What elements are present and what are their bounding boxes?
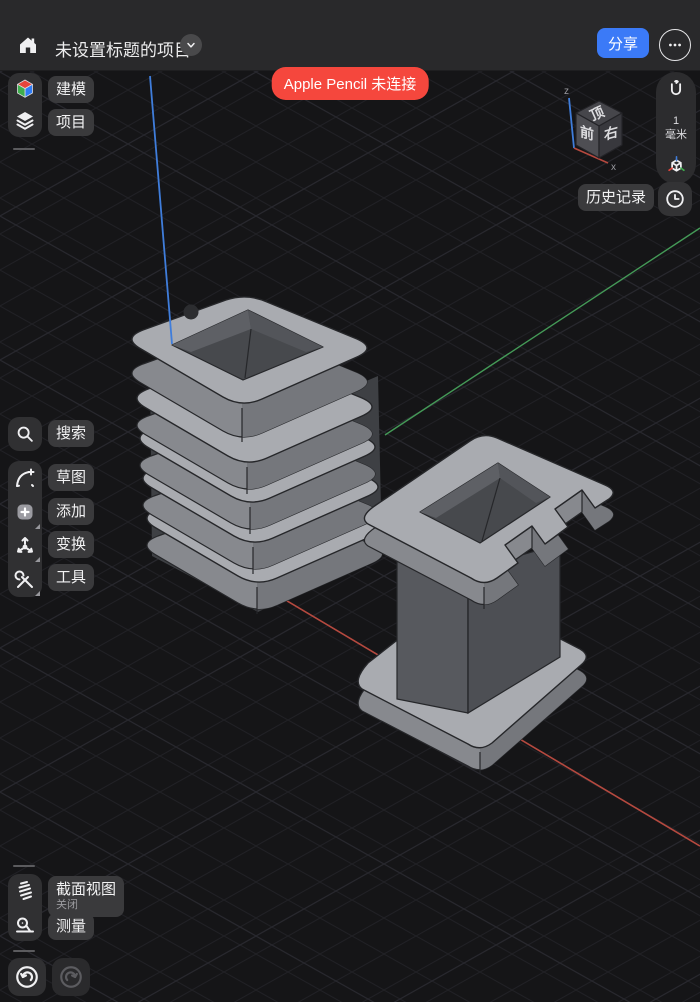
section-view-label: 截面视图 [56, 882, 116, 897]
measure-label[interactable]: 测量 [48, 913, 94, 940]
panel-divider [13, 148, 35, 150]
tools-icon[interactable] [13, 568, 37, 592]
home-icon[interactable] [16, 33, 40, 57]
modeling-icon[interactable] [13, 77, 37, 101]
search-icon[interactable] [14, 423, 36, 445]
project-label[interactable]: 项目 [48, 109, 94, 136]
bottom-divider-top [13, 865, 35, 867]
tools-options-indicator [35, 591, 40, 596]
redo-icon [58, 964, 84, 990]
history-button[interactable] [658, 182, 692, 216]
orientation-axes-icon[interactable] [666, 155, 687, 176]
sketch-icon[interactable] [13, 466, 37, 490]
search-panel [8, 417, 42, 451]
snap-magnet-icon[interactable] [665, 80, 687, 102]
add-options-indicator [35, 524, 40, 529]
bottom-divider-bottom [13, 950, 35, 952]
chevron-down-icon [182, 36, 200, 54]
body-left-notch [184, 305, 199, 320]
tools-label[interactable]: 工具 [48, 564, 94, 591]
tools-panel [8, 461, 42, 597]
axis-x-label: x [611, 162, 616, 173]
mode-panel [8, 73, 42, 137]
sketch-label[interactable]: 草图 [48, 464, 94, 491]
modeling-label[interactable]: 建模 [48, 76, 94, 103]
history-label[interactable]: 历史记录 [578, 184, 654, 211]
project-title[interactable]: 未设置标题的项目 [55, 36, 191, 61]
grid-unit-display[interactable]: 1 毫米 [665, 115, 687, 143]
section-measure-panel [8, 874, 42, 941]
section-view-icon[interactable] [13, 879, 37, 903]
section-view-button[interactable]: 截面视图 关闭 [48, 876, 124, 917]
transform-label[interactable]: 变换 [48, 531, 94, 558]
clock-icon [664, 188, 686, 210]
grid-unit-value: 1 [665, 115, 687, 129]
more-button[interactable] [659, 29, 691, 61]
add-icon[interactable] [13, 500, 37, 524]
axis-z-label: z [564, 86, 569, 97]
view-cube[interactable]: z x 顶 前 右 [540, 76, 670, 186]
search-label[interactable]: 搜索 [48, 420, 94, 447]
view-settings-panel: 1 毫米 [656, 72, 696, 184]
redo-button[interactable] [52, 958, 90, 996]
section-view-state: 关闭 [56, 900, 116, 911]
share-button[interactable]: 分享 [597, 28, 649, 58]
transform-options-indicator [35, 557, 40, 562]
ellipsis-icon [664, 34, 686, 56]
project-layers-icon[interactable] [13, 109, 37, 133]
top-bar: 未设置标题的项目 分享 [0, 0, 700, 71]
app-window: 未设置标题的项目 分享 Apple Pencil 未连接 建模 项目 [0, 0, 700, 1002]
undo-button[interactable] [8, 958, 46, 996]
undo-icon [14, 964, 40, 990]
title-chevron-button[interactable] [180, 34, 202, 56]
pencil-status-banner: Apple Pencil 未连接 [272, 67, 429, 100]
grid-unit-name: 毫米 [665, 129, 687, 143]
measure-icon[interactable] [13, 912, 37, 936]
add-label[interactable]: 添加 [48, 498, 94, 525]
transform-icon[interactable] [13, 534, 37, 558]
